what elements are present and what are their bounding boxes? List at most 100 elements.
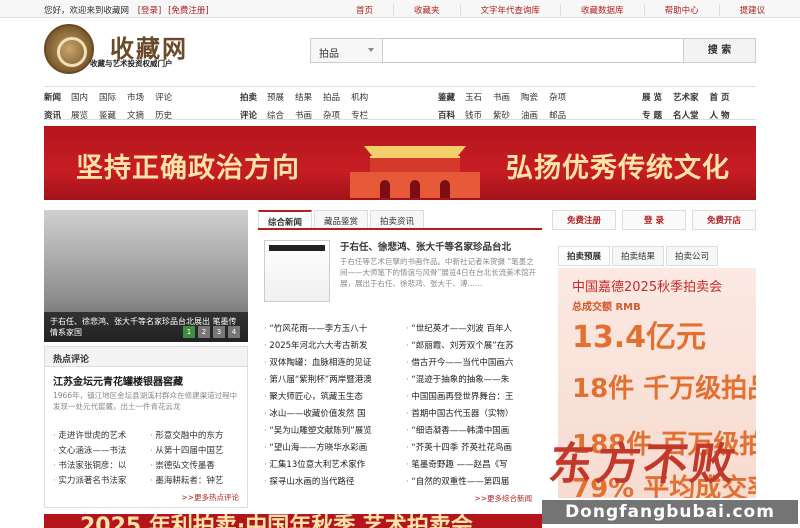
nav-item[interactable]: 书画 xyxy=(295,109,312,121)
nav-item-artist[interactable]: 艺术家 xyxy=(673,91,699,103)
nav-item-exhibition[interactable]: 展 览 xyxy=(642,91,662,103)
tab-appreciation[interactable]: 藏品鉴赏 xyxy=(314,210,369,228)
hero-banner[interactable]: 坚持正确政治方向 弘扬优秀传统文化 xyxy=(44,126,756,200)
nav-item[interactable]: 评论 xyxy=(155,91,172,103)
list-item[interactable]: 中国国画再登世界舞台：王 xyxy=(406,390,542,402)
list-item[interactable]: 笔墨奇野趣 ——赵昌《写 xyxy=(406,458,542,470)
nav-head-info[interactable]: 资讯 xyxy=(44,109,61,121)
nav-item-people[interactable]: 人 物 xyxy=(709,109,729,121)
slider-page[interactable]: 1 xyxy=(183,326,195,338)
list-item[interactable]: “郎丽霞、刘芳双个展”在苏 xyxy=(406,339,542,351)
list-item[interactable]: 走进许世虎的艺术 xyxy=(53,429,146,441)
tab-general-news[interactable]: 综合新闻 xyxy=(258,210,313,228)
slider-page[interactable]: 3 xyxy=(213,326,225,338)
list-item[interactable]: 实力派著名书法家 xyxy=(53,474,146,486)
bottom-banner-text: 2025 年利拍卖·中国年秋季 艺术拍卖会 xyxy=(80,514,473,528)
list-item[interactable]: “望山海——方晓华水彩画 xyxy=(264,441,400,453)
list-item[interactable]: 2025年河北六大考古新发 xyxy=(264,339,400,351)
nav-item[interactable]: 油画 xyxy=(521,109,538,121)
slider-page[interactable]: 4 xyxy=(228,326,240,338)
tab-auction-results[interactable]: 拍卖结果 xyxy=(612,246,665,266)
list-item[interactable]: 双体陶罐：血脉相连的见证 xyxy=(264,356,400,368)
site-logo[interactable]: 收藏网 收藏与艺术投资权威门户 xyxy=(44,24,204,74)
nav-item[interactable]: 鉴藏 xyxy=(99,109,116,121)
nav-item[interactable]: 综合 xyxy=(267,109,284,121)
list-item[interactable]: 第八届“紫荆杯”两岸暨港澳 xyxy=(264,373,400,385)
list-item[interactable]: 书法家张铜彦：以 xyxy=(53,459,146,471)
list-item[interactable]: 形意交融中的东方 xyxy=(150,429,243,441)
feature-title[interactable]: 于右任、徐悲鸿、张大千等名家珍品台北 xyxy=(340,239,511,253)
free-register-button[interactable]: 免费注册 xyxy=(552,210,616,230)
nav-head-review[interactable]: 评论 xyxy=(240,109,257,121)
more-news-link[interactable]: >>更多综合新闻 xyxy=(474,493,532,504)
nav-head-encyclopedia[interactable]: 百科 xyxy=(438,109,455,121)
nav-item[interactable]: 杂项 xyxy=(549,91,566,103)
open-shop-button[interactable]: 免费开店 xyxy=(692,210,756,230)
list-item[interactable]: 借古开今——当代中国画六 xyxy=(406,356,542,368)
nav-item[interactable]: 国际 xyxy=(99,91,116,103)
list-item[interactable]: 墨海耕耘者：钟艺 xyxy=(150,474,243,486)
bottom-banner[interactable]: 2025 年利拍卖·中国年秋季 艺术拍卖会 xyxy=(44,514,542,528)
list-item[interactable]: 探寻山水画的当代路径 xyxy=(264,475,400,487)
list-item[interactable]: 冰山——收藏价值发然 国 xyxy=(264,407,400,419)
tab-auction-preview[interactable]: 拍卖预展 xyxy=(558,246,611,266)
nav-item-home[interactable]: 首 页 xyxy=(709,91,729,103)
nav-item[interactable]: 预展 xyxy=(267,91,284,103)
feature-image[interactable] xyxy=(264,240,330,302)
search-button[interactable]: 搜 索 xyxy=(683,39,755,62)
nav-item[interactable]: 文摘 xyxy=(127,109,144,121)
toplink-favorites[interactable]: 收藏夹 xyxy=(393,4,460,16)
nav-item[interactable]: 陶瓷 xyxy=(521,91,538,103)
list-item[interactable]: 崇德弘文传墨香 xyxy=(150,459,243,471)
nav-item[interactable]: 机构 xyxy=(351,91,368,103)
list-item[interactable]: “竹风花雨——李方玉八十 xyxy=(264,322,400,334)
nav-item[interactable]: 邮品 xyxy=(549,109,566,121)
toplink-database[interactable]: 收藏数据库 xyxy=(560,4,644,16)
nav-item[interactable]: 杂项 xyxy=(323,109,340,121)
slider-page[interactable]: 2 xyxy=(198,326,210,338)
nav-item[interactable]: 市场 xyxy=(127,91,144,103)
login-button[interactable]: 登 录 xyxy=(622,210,686,230)
search-input[interactable] xyxy=(384,39,684,62)
toplink-home[interactable]: 首页 xyxy=(336,4,393,16)
nav-item[interactable]: 国内 xyxy=(71,91,88,103)
photo-slider[interactable]: 于右任、徐悲鸿、张大千等名家珍品台北展出 笔墨传情系家国 1 2 3 4 xyxy=(44,210,248,342)
nav-item[interactable]: 展览 xyxy=(71,109,88,121)
list-item[interactable]: “芥英十四季 芥英社花鸟画 xyxy=(406,441,542,453)
list-item[interactable]: “自然的双重性——第四届 xyxy=(406,475,542,487)
list-item[interactable]: “混迹于抽象的抽象——朱 xyxy=(406,373,542,385)
list-item[interactable]: “细语凝香——韩潇中国画 xyxy=(406,424,542,436)
toplink-era-lookup[interactable]: 文字年代查询库 xyxy=(459,4,561,16)
list-item[interactable]: 从第十四届中国艺 xyxy=(150,444,243,456)
more-hot-link[interactable]: >>更多热点评论 xyxy=(181,492,239,503)
toplink-feedback[interactable]: 提建议 xyxy=(718,4,786,16)
nav-head-appraisal[interactable]: 鉴藏 xyxy=(438,91,455,103)
tab-auction-houses[interactable]: 拍卖公司 xyxy=(666,246,719,266)
register-link[interactable]: [免费注册] xyxy=(168,6,209,16)
search-bar: 拍品 搜 索 xyxy=(310,38,756,63)
toplink-help[interactable]: 帮助中心 xyxy=(643,4,719,16)
nav-item[interactable]: 拍品 xyxy=(323,91,340,103)
list-item[interactable]: 首期中国古代玉器（实物） xyxy=(406,407,542,419)
nav-item[interactable]: 书画 xyxy=(493,91,510,103)
nav-head-auction[interactable]: 拍卖 xyxy=(240,91,257,103)
nav-item[interactable]: 结果 xyxy=(295,91,312,103)
list-item[interactable]: 聚大师匠心，筑藏玉生态 xyxy=(264,390,400,402)
top-bar: 您好，欢迎来到收藏网 [登录] [免费注册] 首页 收藏夹 文字年代查询库 收藏… xyxy=(0,0,800,18)
nav-item[interactable]: 玉石 xyxy=(465,91,482,103)
list-item[interactable]: 汇集13位意大利艺术家作 xyxy=(264,458,400,470)
nav-item[interactable]: 紫砂 xyxy=(493,109,510,121)
nav-item[interactable]: 历史 xyxy=(155,109,172,121)
list-item[interactable]: “吴为山雕塑文献陈列”展览 xyxy=(264,424,400,436)
login-link[interactable]: [登录] xyxy=(138,6,162,16)
list-item[interactable]: 文心涵泳——书法 xyxy=(53,444,146,456)
nav-item[interactable]: 专栏 xyxy=(351,109,368,121)
nav-item[interactable]: 钱币 xyxy=(465,109,482,121)
list-item[interactable]: “世纪英才——刘波 百年人 xyxy=(406,322,542,334)
tab-auction-news[interactable]: 拍卖资讯 xyxy=(370,210,425,228)
search-category-select[interactable]: 拍品 xyxy=(311,39,383,62)
nav-item-topic[interactable]: 专 题 xyxy=(642,109,662,121)
nav-item-hall-of-fame[interactable]: 名人堂 xyxy=(673,109,699,121)
hot-headline[interactable]: 江苏金坛元青花罐楼银器窖藏 xyxy=(45,367,247,388)
nav-head-news[interactable]: 新闻 xyxy=(44,91,61,103)
